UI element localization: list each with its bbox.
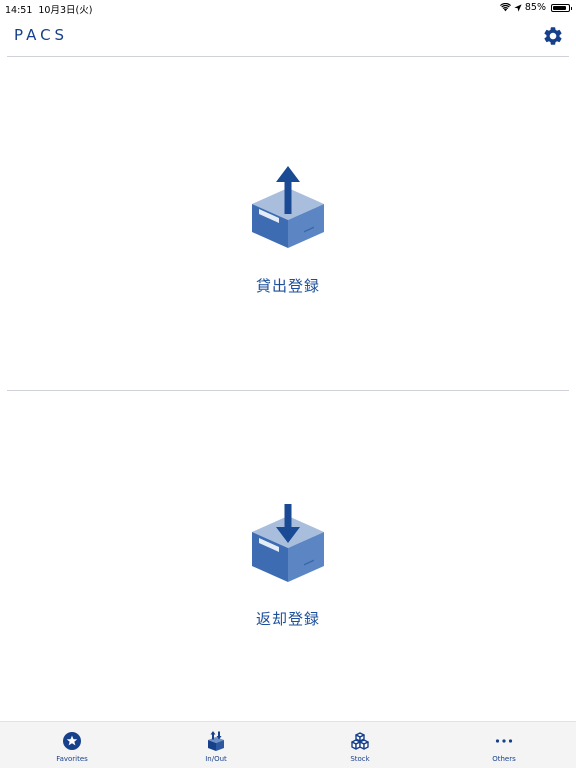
lend-registration-button[interactable]: 貸出登録 [0, 57, 576, 390]
tab-stock-label: Stock [350, 755, 370, 763]
wifi-icon [499, 3, 511, 12]
stacked-boxes-icon [351, 732, 369, 750]
box-in-out-icon [208, 731, 224, 751]
battery-tip [570, 6, 572, 10]
settings-button[interactable] [542, 25, 564, 47]
tab-others[interactable]: Others [432, 722, 576, 768]
more-dots-icon [495, 739, 513, 743]
battery-fill [553, 5, 566, 10]
status-left: 14:51 10月3日(火) [5, 2, 92, 16]
tab-bar: Favorites In/Out Stock Others [0, 721, 576, 768]
return-registration-button[interactable]: 返却登録 [0, 391, 576, 721]
location-icon [514, 3, 522, 12]
app-logo: PACS [14, 26, 69, 44]
status-time: 14:51 [5, 5, 33, 16]
status-right: 85% [499, 2, 572, 13]
status-bar: 14:51 10月3日(火) 85% [0, 0, 576, 16]
tab-in-out[interactable]: In/Out [144, 722, 288, 768]
app-screen: 14:51 10月3日(火) 85% PACS 貸出登録 返却登録 Favori… [0, 0, 576, 768]
box-download-icon [252, 504, 324, 582]
star-icon [63, 732, 81, 750]
app-header: PACS [0, 16, 576, 56]
tab-stock[interactable]: Stock [288, 722, 432, 768]
tab-others-label: Others [492, 755, 516, 763]
lend-registration-label: 貸出登録 [255, 277, 320, 295]
tab-favorites-label: Favorites [56, 755, 88, 763]
tab-in-out-label: In/Out [205, 755, 227, 763]
gear-icon [544, 27, 562, 45]
return-registration-label: 返却登録 [255, 610, 320, 628]
battery-icon [551, 3, 572, 12]
tab-favorites[interactable]: Favorites [0, 722, 144, 768]
battery-percent: 85% [524, 2, 546, 13]
box-upload-icon [252, 166, 324, 248]
status-date: 10月3日(火) [38, 5, 93, 16]
